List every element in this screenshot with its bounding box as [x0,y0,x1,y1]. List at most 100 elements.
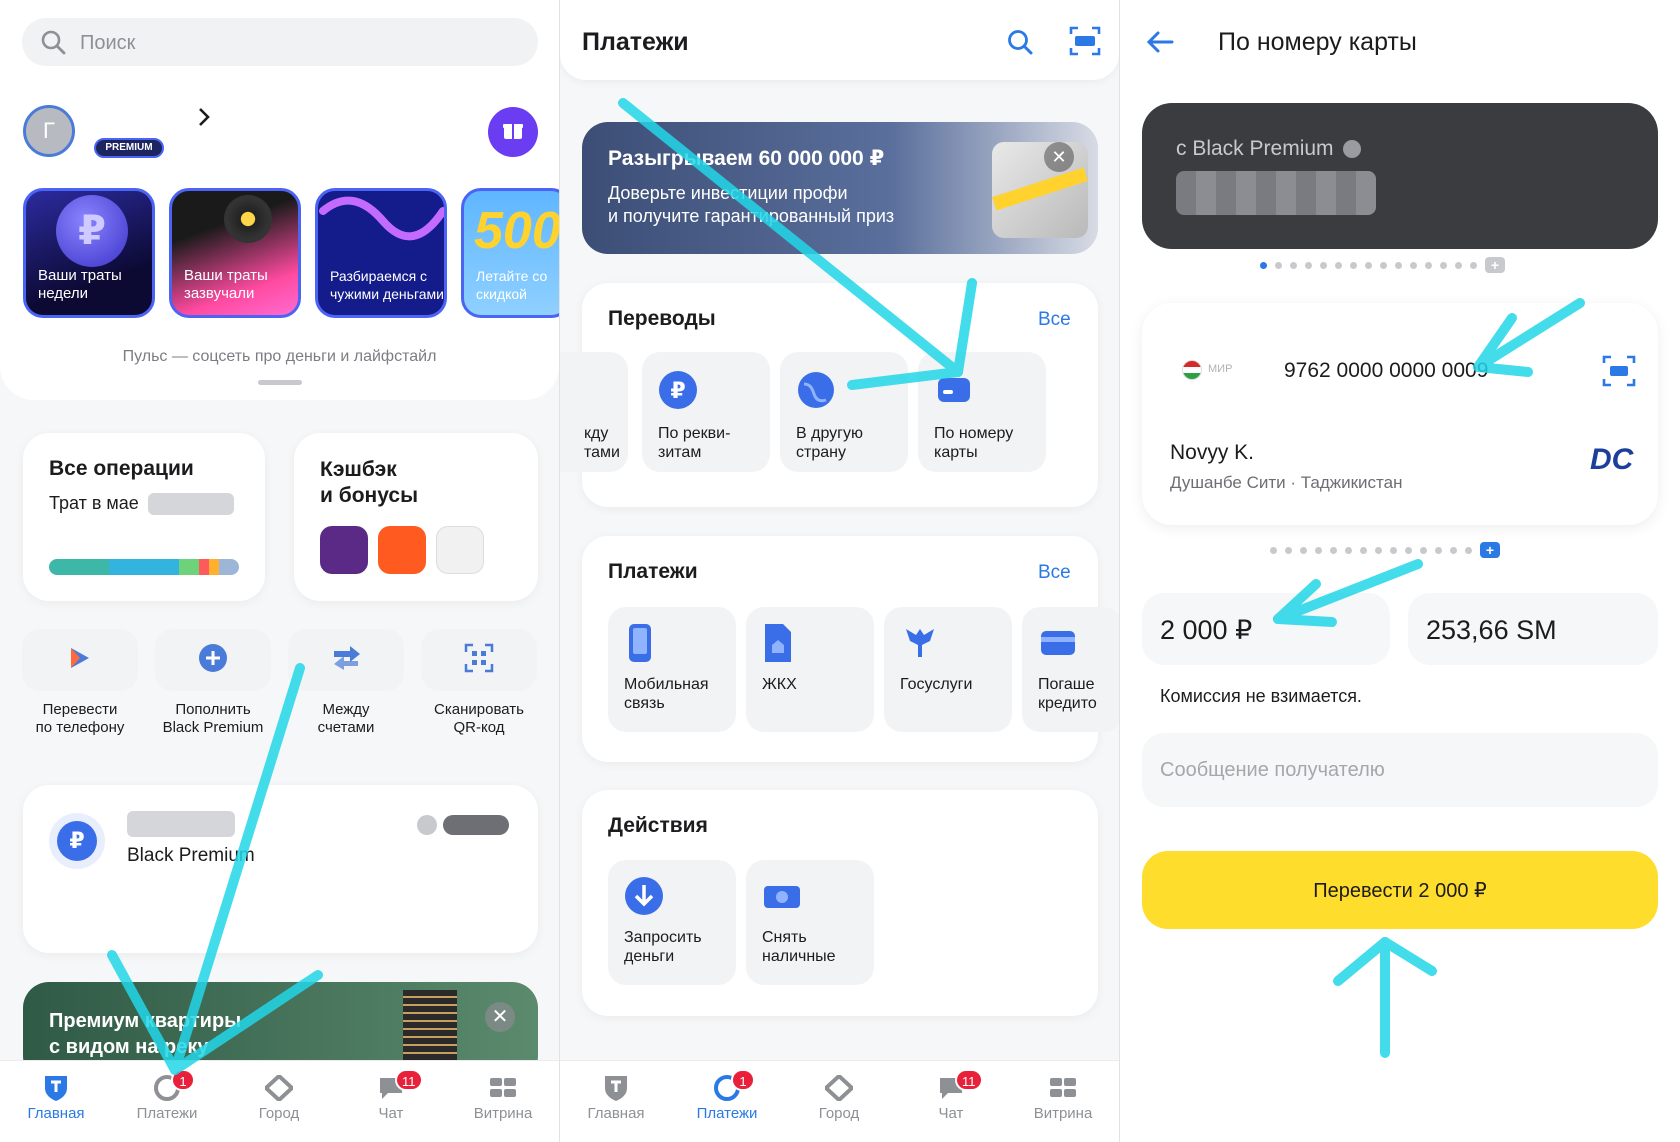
globe-icon [796,370,836,415]
nav-payments[interactable]: 1 Платежи [117,1069,217,1122]
back-arrow-icon[interactable] [1146,30,1174,59]
scan-qr-button[interactable]: Сканировать QR-код [421,629,537,737]
pager-dot [1455,261,1462,269]
cashback-card[interactable]: Кэшбэк и бонусы [294,433,538,601]
transfer-between-accounts[interactable]: кду тами [560,352,628,472]
home-screen: Поиск Г PREMIUM ₽ Ваши траты недели Ваши… [0,0,559,1142]
account-card[interactable]: ₽ Black Premium [23,785,538,953]
recipient-bank: Душанбе Сити · Таджикистан [1170,473,1403,492]
pager-dot [1345,546,1352,554]
page-title: Платежи [582,28,689,56]
page-title: По номеру карты [1218,28,1417,56]
chevron-right-icon[interactable] [196,106,212,133]
flag-icon [1182,360,1202,380]
pulse-caption[interactable]: Пульс — соцсеть про деньги и лайфстайл [0,348,559,366]
withdraw-cash[interactable]: Снять наличные [746,860,874,985]
pager-dot [1395,261,1402,269]
story-weekly-spend[interactable]: ₽ Ваши траты недели [23,188,155,318]
nav-home[interactable]: Главная [6,1075,106,1122]
story-spend-sound[interactable]: Ваши траты зазвучали [169,188,301,318]
recipient-pager: + [1270,542,1500,558]
transfer-by-requisites[interactable]: ₽ По рекви-зитам [642,352,770,472]
nav-chat[interactable]: 11 Чат [341,1069,441,1122]
partner-icon-2[interactable] [378,526,426,574]
action-label: Сканировать QR-код [434,701,524,736]
nav-city[interactable]: Город [229,1073,329,1122]
card-number-field[interactable]: 9762 0000 0000 0009 [1284,359,1488,383]
all-operations-card[interactable]: Все операции Трат в мае [23,433,265,601]
pager-dot [1330,546,1337,554]
top-up-button[interactable]: Пополнить Black Premium [155,629,271,737]
scroll-indicator [258,380,302,385]
nav-showcase[interactable]: Витрина [453,1075,553,1122]
story-flights-discount[interactable]: 500 Летайте со скидкой [461,188,559,318]
scan-icon[interactable] [1069,26,1101,61]
story-label: Ваши траты зазвучали [184,267,268,302]
pager-dot [1290,261,1297,269]
story-others-money[interactable]: Разбираемся с чужими деньгами [315,188,447,318]
add-card-icon[interactable]: + [1485,257,1505,273]
message-field[interactable]: Сообщение получателю [1142,733,1658,807]
nav-city[interactable]: Город [789,1073,889,1122]
card-transfer-screen: По номеру карты с Black Premium + МИР 97… [1120,0,1679,1142]
nav-label: Город [818,1105,860,1122]
gift-icon [501,118,525,147]
nav-payments[interactable]: 1 Платежи [677,1069,777,1122]
close-icon[interactable]: ✕ [485,1002,515,1032]
close-icon[interactable]: ✕ [1044,142,1074,172]
banner-title: Разыгрываем 60 000 000 ₽ [608,147,885,170]
avatar[interactable]: Г [23,105,75,157]
add-card-icon[interactable]: + [1480,542,1500,558]
pager-dot [1390,546,1397,554]
transfer-by-phone-button[interactable]: Перевести по телефону [22,629,138,737]
pay-gov-services[interactable]: Госуслуги [884,607,1012,732]
pager-dot [1360,546,1367,554]
amount-field[interactable]: 2 000 ₽ [1142,593,1390,665]
download-arrow-icon [624,876,664,921]
lottery-banner[interactable]: Разыгрываем 60 000 000 ₽ Доверьте инвест… [582,122,1098,254]
nav-showcase[interactable]: Витрина [1013,1075,1113,1122]
story-label: Разбираемся с чужими деньгами [330,268,444,302]
person-icon [417,815,437,835]
card-network: МИР [1208,363,1233,375]
pager-dot [1425,261,1432,269]
source-card[interactable]: с Black Premium [1142,103,1658,249]
see-all-link[interactable]: Все [1038,562,1071,584]
between-accounts-button[interactable]: Между счетами [288,629,404,737]
section-title: Переводы [608,307,716,330]
nav-chat[interactable]: 11 Чат [901,1069,1001,1122]
recipient-card[interactable]: МИР 9762 0000 0000 0009 Novyy K. Душанбе… [1142,303,1658,525]
search-icon[interactable] [1006,28,1034,61]
pager-dot [1470,261,1477,269]
scan-card-icon[interactable] [1602,355,1636,392]
submit-transfer-button[interactable]: Перевести 2 000 ₽ [1142,851,1658,929]
pager-dot [1435,546,1442,554]
partner-icon-1[interactable] [320,526,368,574]
request-money[interactable]: Запросить деньги [608,860,736,985]
nav-home[interactable]: Главная [566,1075,666,1122]
transfer-to-other-country[interactable]: В другую страну [780,352,908,472]
payments-screen: Платежи Разыгрываем 60 000 000 ₽ Доверьт… [560,0,1119,1142]
gift-button[interactable] [488,107,538,157]
payments-header: Платежи [560,0,1119,80]
house-doc-icon [762,623,794,668]
card-icon [934,370,974,415]
pay-loans[interactable]: Погаше кредито [1022,607,1119,732]
converted-amount-field[interactable]: 253,66 SM [1408,593,1658,665]
see-all-link[interactable]: Все [1038,309,1071,331]
pay-mobile[interactable]: Мобильная связь [608,607,736,732]
story-label: Ваши траты недели [38,267,122,302]
shield-icon [43,1074,69,1106]
transfer-by-card-number[interactable]: По номеру карты [918,352,1046,472]
search-input[interactable]: Поиск [22,18,538,66]
pager-dot [1285,546,1292,554]
operations-subtitle: Трат в мае [49,493,234,516]
pay-utilities[interactable]: ЖКХ [746,607,874,732]
cash-icon [762,876,802,921]
vinyl-icon [224,195,272,243]
pager-dot [1270,546,1277,554]
pager-dot [1440,261,1447,269]
operations-title: Все операции [49,457,194,480]
partner-icon-3[interactable] [436,526,484,574]
action-label: Перевести по телефону [35,701,125,736]
